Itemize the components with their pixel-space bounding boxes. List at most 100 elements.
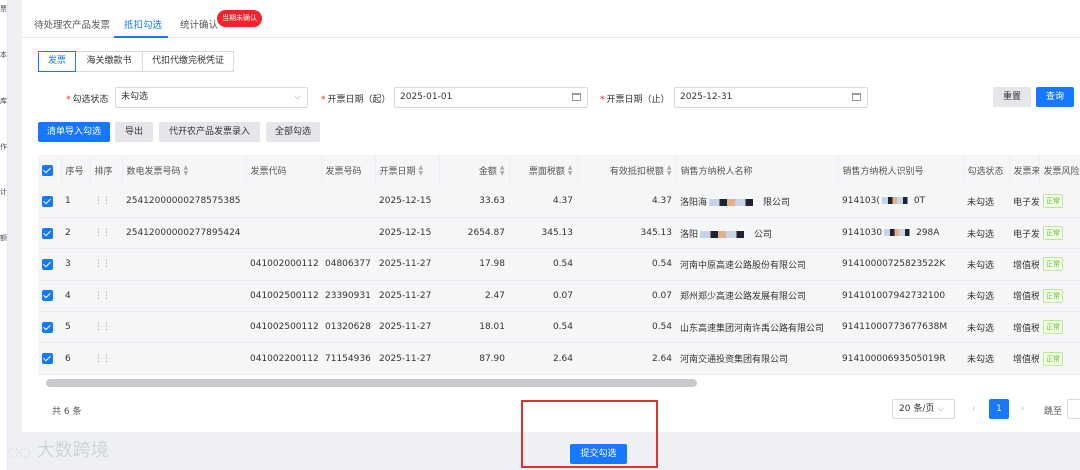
drag-handle-icon[interactable]: ⋮⋮ (94, 228, 111, 238)
sidebar-text[interactable]: 额 (0, 233, 7, 243)
invoice-source: 增值税 (1009, 280, 1039, 313)
select-all-button[interactable]: 全部勾选 (266, 122, 320, 142)
invoice-code (246, 186, 321, 218)
row-checkbox-cell[interactable] (38, 217, 61, 250)
table-row[interactable]: 5 ⋮⋮ 041002500112 01320628 2025-11-27 18.01 0.… (38, 311, 1080, 344)
row-checkbox[interactable] (42, 227, 53, 239)
invoice-date: 2025-11-27 (375, 280, 439, 313)
row-checkbox-cell[interactable] (38, 280, 61, 313)
import-select-button[interactable]: 清单导入勾选 (38, 122, 110, 142)
tab-pending-agri-invoices[interactable]: 待处理农产品发票 (34, 17, 110, 31)
end-date-label: * 开票日期（止） (600, 95, 670, 105)
seller-tax-id: 91411000773677638M (838, 311, 963, 344)
tab-invoice[interactable]: 发票 (38, 51, 76, 72)
e-invoice-number (122, 342, 246, 375)
table-row[interactable]: 2 ⋮⋮ 25412000000277895424 2025-12-15 2654.87… (38, 217, 1080, 250)
effective-deduction: 4.37 (577, 186, 676, 218)
sidebar-text[interactable]: 计 (0, 187, 7, 197)
row-checkbox[interactable] (42, 290, 53, 302)
invoice-code: 041002200112 (246, 342, 321, 375)
tab-withholding-certificate[interactable]: 代扣代缴完税凭证 (142, 51, 234, 72)
reset-button[interactable]: 重置 (993, 87, 1031, 107)
table-row[interactable]: 6 ⋮⋮ 041002200112 71154936 2025-11-27 87.90 2.… (38, 342, 1080, 375)
column-header[interactable]: 票面税额 ▲ ▼ (509, 155, 578, 186)
sidebar-text[interactable]: 本 (0, 50, 7, 60)
risk-tag: 正常 (1043, 351, 1063, 366)
amount: 87.90 (439, 342, 509, 375)
status-select[interactable]: 未勾选 ⌵ (115, 87, 308, 108)
risk-tag: 正常 (1043, 257, 1063, 272)
drag-cell[interactable]: ⋮⋮ (90, 311, 122, 344)
drag-handle-icon[interactable]: ⋮⋮ (94, 259, 111, 269)
column-header[interactable]: 开票日期 ▲ ▼ (375, 155, 440, 186)
page-number-current[interactable]: 1 (989, 399, 1009, 419)
sort-icon[interactable]: ▲ ▼ (500, 165, 505, 177)
search-button[interactable]: 查询 (1036, 87, 1074, 107)
column-header[interactable]: 数电发票号码 ▲ ▼ (122, 155, 247, 186)
top-tab-bar: 待处理农产品发票 抵扣勾选 统计确认 当期未确认 (22, 0, 1080, 38)
page-size-select[interactable]: 20 条/页 ⌵ (892, 399, 955, 419)
drag-handle-icon[interactable]: ⋮⋮ (94, 322, 111, 332)
drag-handle-icon[interactable]: ⋮⋮ (94, 354, 111, 364)
jump-label: 跳至 (1044, 407, 1063, 417)
risk-tag: 正常 (1043, 288, 1063, 303)
export-button[interactable]: 导出 (115, 122, 153, 142)
tax-amount: 4.37 (509, 186, 577, 218)
status-badge: 当期未确认 (217, 10, 262, 27)
row-checkbox-cell[interactable] (38, 186, 61, 218)
drag-cell[interactable]: ⋮⋮ (90, 342, 122, 375)
prev-page-icon[interactable]: ‹ (972, 404, 976, 414)
tab-deduction-selection[interactable]: 抵扣勾选 (124, 17, 162, 31)
select-all-checkbox[interactable] (38, 155, 62, 186)
e-invoice-number (122, 280, 246, 313)
column-header: 发票代码 (246, 155, 322, 186)
sort-icon[interactable]: ▲ ▼ (568, 165, 573, 177)
row-checkbox-cell[interactable] (38, 342, 61, 375)
row-checkbox-cell[interactable] (38, 311, 61, 344)
drag-handle-icon[interactable]: ⋮⋮ (94, 291, 111, 301)
row-checkbox-cell[interactable] (38, 248, 61, 281)
table-row[interactable]: 1 ⋮⋮ 25412000000278575385 2025-12-15 33.63 4.… (38, 186, 1080, 218)
tab-customs-payment[interactable]: 海关缴款书 (75, 51, 143, 72)
seller-name: 山东高速集团河南许禹公路有限公司 (676, 311, 838, 344)
row-checkbox[interactable] (42, 258, 53, 270)
table-row[interactable]: 3 ⋮⋮ 041002000112 04806377 2025-11-27 17.98 0.… (38, 248, 1080, 281)
tab-statistics-confirm[interactable]: 统计确认 (180, 17, 218, 31)
agent-agri-invoice-entry-button[interactable]: 代开农产品发票录入 (159, 122, 260, 142)
drag-cell[interactable]: ⋮⋮ (90, 186, 122, 218)
invoice-number (321, 186, 375, 218)
jump-input[interactable] (1067, 399, 1080, 419)
sort-icon[interactable]: ▲ ▼ (667, 165, 672, 177)
submit-selection-button[interactable]: 提交勾选 (570, 444, 627, 464)
next-page-icon[interactable]: › (1021, 404, 1025, 414)
drag-handle-icon[interactable]: ⋮⋮ (94, 196, 111, 206)
status-filter-label: * 勾选状态 (66, 95, 109, 105)
horizontal-scrollbar[interactable] (46, 379, 697, 387)
row-index: 6 (61, 342, 90, 375)
start-date-field[interactable]: 2025-01-01 (394, 87, 588, 108)
drag-cell[interactable]: ⋮⋮ (90, 280, 122, 313)
total-count: 共 6 条 (52, 407, 82, 417)
invoice-risk: 正常 (1039, 311, 1080, 344)
drag-cell[interactable]: ⋮⋮ (90, 248, 122, 281)
column-header[interactable]: 金额 ▲ ▼ (439, 155, 510, 186)
drag-cell[interactable]: ⋮⋮ (90, 217, 122, 250)
table-row[interactable]: 4 ⋮⋮ 041002500112 23390931 2025-11-27 2.47 0.0… (38, 280, 1080, 313)
end-date-field[interactable]: 2025-12-31 (674, 87, 868, 108)
row-checkbox[interactable] (42, 321, 53, 333)
sidebar-text[interactable]: 作 (0, 142, 7, 152)
column-header[interactable]: 有效抵扣税额 ▲ ▼ (577, 155, 677, 186)
column-header: 发票风险 (1039, 155, 1080, 186)
sidebar-text[interactable]: 库 (0, 96, 7, 106)
invoice-risk: 正常 (1039, 186, 1080, 218)
invoice-date: 2025-11-27 (375, 342, 439, 375)
row-checkbox[interactable] (42, 353, 53, 365)
sort-icon[interactable]: ▲ ▼ (419, 165, 424, 177)
tax-amount: 0.07 (509, 280, 577, 313)
seller-tax-id: 914101007942732100 (838, 280, 963, 313)
invoice-source: 增值税 (1009, 311, 1039, 344)
row-checkbox[interactable] (42, 195, 53, 207)
sort-icon[interactable]: ▲ ▼ (184, 165, 189, 177)
sidebar-text[interactable]: 票 (0, 4, 7, 14)
invoice-risk: 正常 (1039, 342, 1080, 375)
